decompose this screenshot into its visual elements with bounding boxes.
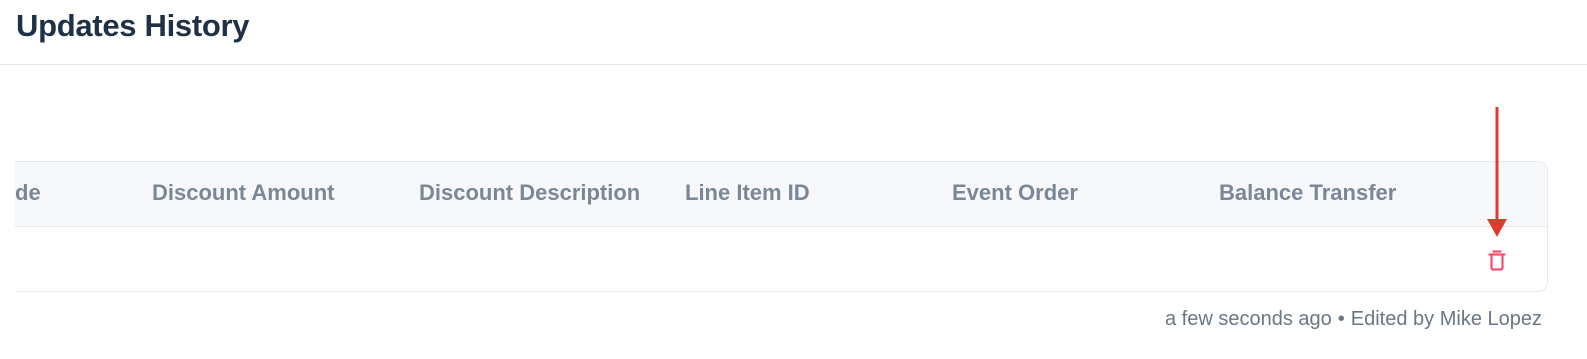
column-header-discount-amount[interactable]: Discount Amount bbox=[152, 180, 335, 206]
edit-meta: a few seconds ago • Edited by Mike Lopez bbox=[1165, 308, 1542, 331]
edited-by: Edited by Mike Lopez bbox=[1350, 308, 1542, 330]
column-header-balance-transfer[interactable]: Balance Transfer bbox=[1219, 180, 1396, 206]
delete-button[interactable] bbox=[1485, 247, 1509, 273]
table-row bbox=[15, 227, 1547, 291]
updates-table: de Discount Amount Discount Description … bbox=[15, 161, 1548, 292]
meta-separator: • bbox=[1337, 308, 1345, 330]
trash-icon bbox=[1488, 250, 1506, 271]
column-header-event-order[interactable]: Event Order bbox=[952, 180, 1078, 206]
page-header: Updates History bbox=[0, 0, 1587, 65]
column-header-code[interactable]: de bbox=[15, 180, 41, 206]
column-header-line-item-id[interactable]: Line Item ID bbox=[685, 180, 810, 206]
edit-time: a few seconds ago bbox=[1164, 308, 1332, 330]
down-arrow-icon bbox=[1487, 107, 1507, 237]
table-header-row: de Discount Amount Discount Description … bbox=[15, 162, 1547, 227]
page-title: Updates History bbox=[16, 8, 250, 43]
column-header-discount-description[interactable]: Discount Description bbox=[419, 180, 640, 206]
page: Updates History de Discount Amount Disco… bbox=[0, 0, 1587, 359]
